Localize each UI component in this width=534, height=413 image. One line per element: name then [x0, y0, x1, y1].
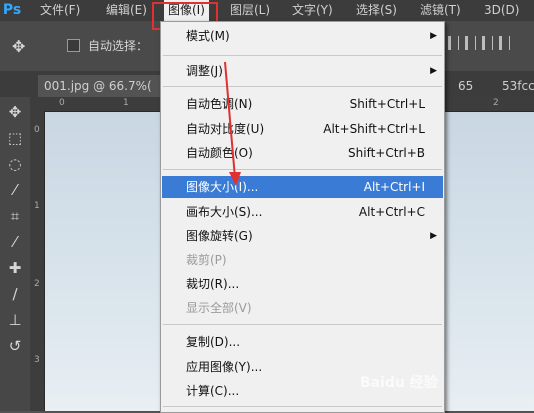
- align-icon[interactable]: [482, 36, 493, 50]
- tools-panel: ✥ ⬚ ◌ ⁄ ⌗ ⁄ ✚ ∕ ⊥ ↺: [0, 97, 31, 411]
- menu-filter[interactable]: 滤镜(T): [420, 0, 461, 21]
- menu-item-trim[interactable]: 裁切(R)...: [162, 273, 443, 295]
- menu-layer[interactable]: 图层(L): [230, 0, 270, 21]
- align-icon[interactable]: [448, 36, 459, 50]
- menu-3d[interactable]: 3D(D): [484, 0, 519, 21]
- brush-icon[interactable]: ∕: [2, 283, 28, 305]
- submenu-arrow-icon: ▶: [430, 66, 437, 76]
- menu-item-reveal-all: 显示全部(V): [186, 301, 252, 315]
- ruler-tick-label: 1: [123, 98, 129, 108]
- menu-item-crop: 裁剪(P): [186, 253, 227, 267]
- eyedropper-icon[interactable]: ⁄: [2, 231, 28, 253]
- ruler-tick-label: 0: [59, 98, 65, 108]
- move-icon[interactable]: ✥: [2, 101, 28, 123]
- menu-bar: Ps 文件(F) 编辑(E) 图像(I) 图层(L) 文字(Y) 选择(S) 滤…: [0, 0, 534, 21]
- menu-item-auto-color[interactable]: 自动颜色(O) Shift+Ctrl+B: [162, 142, 443, 164]
- menu-edit[interactable]: 编辑(E): [106, 0, 147, 21]
- auto-select-label: 自动选择：: [88, 39, 149, 53]
- healing-brush-icon[interactable]: ✚: [2, 257, 28, 279]
- menu-item-canvas-size[interactable]: 画布大小(S)... Alt+Ctrl+C: [162, 201, 443, 223]
- menu-separator: [163, 406, 442, 407]
- magic-wand-icon[interactable]: ⁄: [2, 179, 28, 201]
- photoshop-logo: Ps: [2, 2, 22, 18]
- menu-separator: [163, 169, 442, 170]
- submenu-arrow-icon: ▶: [430, 231, 437, 241]
- menu-item-adjust[interactable]: 调整(J) ▶: [162, 60, 443, 82]
- menu-separator: [163, 55, 442, 56]
- menu-item-image-size[interactable]: 图像大小(I)... Alt+Ctrl+I: [162, 176, 443, 198]
- menu-select[interactable]: 选择(S): [356, 0, 397, 21]
- clone-stamp-icon[interactable]: ⊥: [2, 309, 28, 331]
- document-tab-other[interactable]: 53fcc: [496, 75, 534, 97]
- document-tab[interactable]: 001.jpg @ 66.7%(: [38, 75, 168, 97]
- menu-item-mode[interactable]: 模式(M) ▶: [162, 25, 443, 47]
- menu-separator: [163, 86, 442, 87]
- baidu-watermark: Baidu 经验: [360, 375, 438, 391]
- crop-icon[interactable]: ⌗: [2, 205, 28, 227]
- menu-type[interactable]: 文字(Y): [292, 0, 333, 21]
- move-tool-icon[interactable]: ✥: [12, 37, 25, 56]
- ruler-tick-label: 2: [493, 98, 499, 108]
- ruler-tick-label: 1: [34, 201, 40, 211]
- auto-select-checkbox[interactable]: [67, 39, 80, 52]
- menu-item-auto-contrast[interactable]: 自动对比度(U) Alt+Shift+Ctrl+L: [162, 118, 443, 140]
- align-icon[interactable]: [465, 36, 476, 50]
- menu-item-image-rotation[interactable]: 图像旋转(G) ▶: [162, 225, 443, 247]
- ruler-tick-label: 0: [34, 125, 40, 135]
- marquee-icon[interactable]: ⬚: [2, 127, 28, 149]
- history-brush-icon[interactable]: ↺: [2, 335, 28, 357]
- menu-file[interactable]: 文件(F): [40, 0, 80, 21]
- ruler-tick-label: 2: [34, 279, 40, 289]
- ruler-tick-label: 3: [34, 355, 40, 365]
- document-tab-other[interactable]: 65: [452, 75, 479, 97]
- menu-item-duplicate[interactable]: 复制(D)...: [162, 331, 443, 353]
- image-menu-dropdown: 模式(M) ▶ 调整(J) ▶ 自动色调(N) Shift+Ctrl+L 自动对比度(…: [160, 21, 445, 413]
- align-icon[interactable]: [499, 36, 510, 50]
- lasso-icon[interactable]: ◌: [2, 153, 28, 175]
- menu-item-auto-tone[interactable]: 自动色调(N) Shift+Ctrl+L: [162, 93, 443, 115]
- submenu-arrow-icon: ▶: [430, 31, 437, 41]
- vertical-ruler: 0 1 2 3: [30, 111, 45, 411]
- align-buttons: [448, 36, 532, 54]
- menu-separator: [163, 324, 442, 325]
